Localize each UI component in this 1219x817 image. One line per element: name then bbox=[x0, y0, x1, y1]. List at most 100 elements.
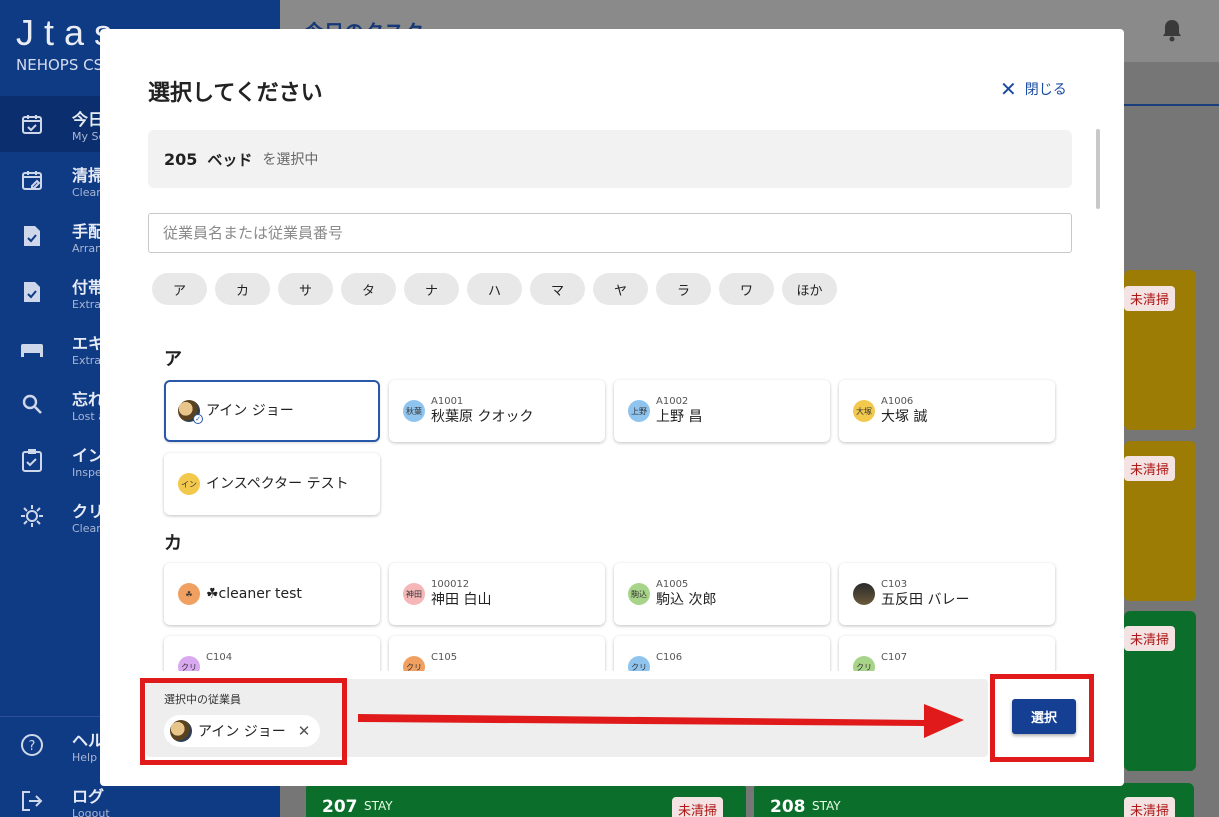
annotation-box-select-button bbox=[990, 674, 1094, 762]
calendar-check-icon bbox=[18, 110, 46, 138]
kana-filter-ra[interactable]: ラ bbox=[656, 273, 711, 305]
employee-name: アイン ジョー bbox=[206, 403, 294, 419]
close-button[interactable]: ✕ 閉じる bbox=[1000, 77, 1067, 101]
status-badge: 未清掃 bbox=[1124, 456, 1176, 481]
employee-name: 上野 昌 bbox=[656, 409, 703, 425]
employee-card[interactable]: 大塚 A1006 大塚 誠 bbox=[839, 380, 1055, 442]
scrollbar[interactable] bbox=[1096, 129, 1100, 209]
room-number: 208 bbox=[770, 797, 806, 817]
avatar: クリ bbox=[628, 656, 650, 671]
close-icon: ✕ bbox=[1000, 77, 1017, 101]
check-icon: ✓ bbox=[193, 414, 203, 424]
room-type: STAY bbox=[364, 799, 393, 813]
employee-code: C103 bbox=[881, 579, 908, 590]
employee-card[interactable]: C103 五反田 バレー bbox=[839, 563, 1055, 625]
bed-label: ベッド bbox=[207, 150, 253, 169]
avatar: 上野 bbox=[628, 400, 650, 422]
employee-search-input[interactable] bbox=[148, 213, 1072, 253]
doc-check-icon bbox=[18, 222, 46, 250]
avatar: クリ bbox=[403, 656, 425, 671]
avatar: 駒込 bbox=[628, 583, 650, 605]
background-room-card-208: 208 STAY 未清掃 bbox=[754, 783, 1194, 817]
status-badge: 未清掃 bbox=[1124, 626, 1176, 651]
employee-name: ☘cleaner test bbox=[206, 586, 302, 602]
selected-bed-info: 205 ベッド を選択中 bbox=[148, 130, 1072, 188]
employee-code: A1006 bbox=[881, 396, 914, 407]
avatar: 大塚 bbox=[853, 400, 875, 422]
avatar: 秋葉 bbox=[403, 400, 425, 422]
employee-code: A1002 bbox=[656, 396, 689, 407]
employee-card[interactable]: ✓ アイン ジョー bbox=[164, 380, 380, 442]
employee-card[interactable]: イン インスペクター テスト bbox=[164, 453, 380, 515]
kana-filter-row: ア カ サ タ ナ ハ マ ヤ ラ ワ ほか bbox=[152, 273, 837, 305]
kana-filter-sa[interactable]: サ bbox=[278, 273, 333, 305]
kana-filter-ma[interactable]: マ bbox=[530, 273, 585, 305]
annotation-arrow bbox=[358, 704, 964, 738]
employee-name: 五反田 バレー bbox=[881, 592, 970, 608]
employee-card[interactable]: 秋葉 A1001 秋葉原 クオック bbox=[389, 380, 605, 442]
employee-code: C107 bbox=[881, 652, 908, 663]
avatar bbox=[853, 583, 875, 605]
employee-card[interactable]: ☘ ☘cleaner test bbox=[164, 563, 380, 625]
kana-filter-ta[interactable]: タ bbox=[341, 273, 396, 305]
gear-icon bbox=[18, 502, 46, 530]
employee-name: 神田 白山 bbox=[431, 592, 492, 608]
section-heading: ア bbox=[164, 349, 182, 370]
employee-name: 駒込 次郎 bbox=[656, 592, 717, 608]
selected-suffix: を選択中 bbox=[262, 152, 319, 168]
employee-list[interactable]: ア ✓ アイン ジョー 秋葉 A1001 秋葉原 クオック 上野 A1002 上野 … bbox=[148, 329, 1088, 671]
background-tab-indicator bbox=[1124, 104, 1219, 106]
employee-name: 大塚 誠 bbox=[881, 409, 928, 425]
kana-filter-ka[interactable]: カ bbox=[215, 273, 270, 305]
bell-icon[interactable] bbox=[1161, 18, 1183, 46]
kana-filter-ya[interactable]: ヤ bbox=[593, 273, 648, 305]
doc-check-icon bbox=[18, 278, 46, 306]
avatar: クリ bbox=[178, 656, 200, 671]
employee-card[interactable]: 神田 100012 神田 白山 bbox=[389, 563, 605, 625]
tenant-name: NEHOPS CS bbox=[16, 56, 104, 74]
annotation-box-selected bbox=[140, 678, 347, 765]
background-room-card-207: 207 STAY 未清掃 bbox=[306, 783, 746, 817]
employee-card[interactable]: 駒込 A1005 駒込 次郎 bbox=[614, 563, 830, 625]
close-label: 閉じる bbox=[1024, 82, 1067, 98]
employee-select-modal: 選択してください ✕ 閉じる 205 ベッド を選択中 ア カ サ タ ナ ハ … bbox=[100, 29, 1124, 786]
avatar: ✓ bbox=[178, 400, 203, 424]
employee-code: C105 bbox=[431, 652, 458, 663]
employee-code: C106 bbox=[656, 652, 683, 663]
employee-name: インスペクター テスト bbox=[206, 476, 349, 492]
employee-code: 100012 bbox=[431, 579, 470, 590]
svg-text:?: ? bbox=[29, 739, 36, 754]
employee-card[interactable]: クリ C104 bbox=[164, 636, 380, 671]
modal-title: 選択してください bbox=[148, 81, 323, 106]
status-badge: 未清掃 bbox=[672, 797, 724, 817]
employee-card[interactable]: クリ C105 bbox=[389, 636, 605, 671]
room-number: 205 bbox=[164, 149, 198, 169]
avatar: クリ bbox=[853, 656, 875, 671]
kana-filter-wa[interactable]: ワ bbox=[719, 273, 774, 305]
employee-name: 秋葉原 クオック bbox=[431, 409, 534, 425]
status-badge: 未清掃 bbox=[1124, 797, 1176, 817]
kana-filter-other[interactable]: ほか bbox=[782, 273, 837, 305]
employee-card[interactable]: 上野 A1002 上野 昌 bbox=[614, 380, 830, 442]
room-number: 207 bbox=[322, 797, 358, 817]
kana-filter-a[interactable]: ア bbox=[152, 273, 207, 305]
employee-card[interactable]: クリ C106 bbox=[614, 636, 830, 671]
help-icon: ? bbox=[18, 731, 46, 759]
status-badge: 未清掃 bbox=[1124, 286, 1176, 311]
avatar: 神田 bbox=[403, 583, 425, 605]
avatar: イン bbox=[178, 473, 200, 495]
clipboard-check-icon bbox=[18, 446, 46, 474]
bed-icon bbox=[18, 334, 46, 362]
logout-icon bbox=[18, 787, 46, 815]
search-icon bbox=[18, 390, 46, 418]
kana-filter-ha[interactable]: ハ bbox=[467, 273, 522, 305]
employee-code: C104 bbox=[206, 652, 233, 663]
avatar: ☘ bbox=[178, 583, 200, 605]
employee-card[interactable]: クリ C107 bbox=[839, 636, 1055, 671]
room-type: STAY bbox=[812, 799, 841, 813]
calendar-edit-icon bbox=[18, 166, 46, 194]
section-heading: カ bbox=[164, 533, 182, 554]
employee-code: A1001 bbox=[431, 396, 464, 407]
employee-code: A1005 bbox=[656, 579, 689, 590]
kana-filter-na[interactable]: ナ bbox=[404, 273, 459, 305]
